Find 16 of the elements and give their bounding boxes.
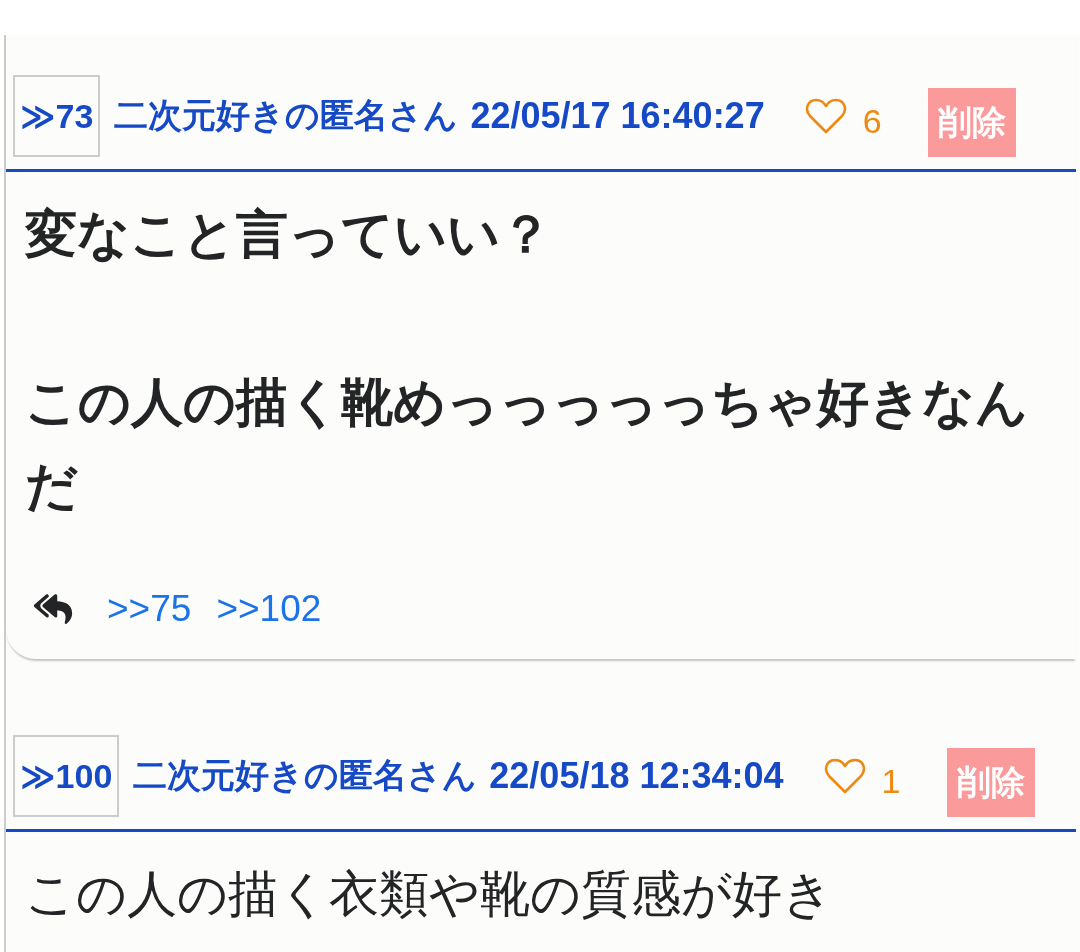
reply-link[interactable]: >>102	[216, 588, 322, 630]
author-name: 二次元好きの匿名さん	[133, 755, 478, 796]
post-date: 22/05/17 16:40:27	[470, 95, 765, 137]
reply-all-icon[interactable]	[31, 592, 75, 626]
heart-icon[interactable]	[823, 757, 866, 795]
reply-link[interactable]: >>75	[107, 588, 192, 630]
like-count: 6	[862, 101, 882, 141]
heart-icon[interactable]	[804, 97, 847, 135]
post-paragraph: 変なこと言っていい？	[25, 204, 553, 265]
like-count: 1	[881, 761, 901, 801]
post-number-button[interactable]: ≫73	[13, 75, 101, 157]
post-paragraph: この人の描く衣類や靴の質感が好き	[25, 865, 834, 924]
post-number-button[interactable]: ≫100	[13, 735, 120, 817]
post-date: 22/05/18 12:34:04	[489, 755, 784, 797]
author-name: 二次元好きの匿名さん	[114, 95, 459, 136]
post-paragraph: この人の描く靴めっっっっっちゃ好きなんだ	[25, 372, 1029, 517]
